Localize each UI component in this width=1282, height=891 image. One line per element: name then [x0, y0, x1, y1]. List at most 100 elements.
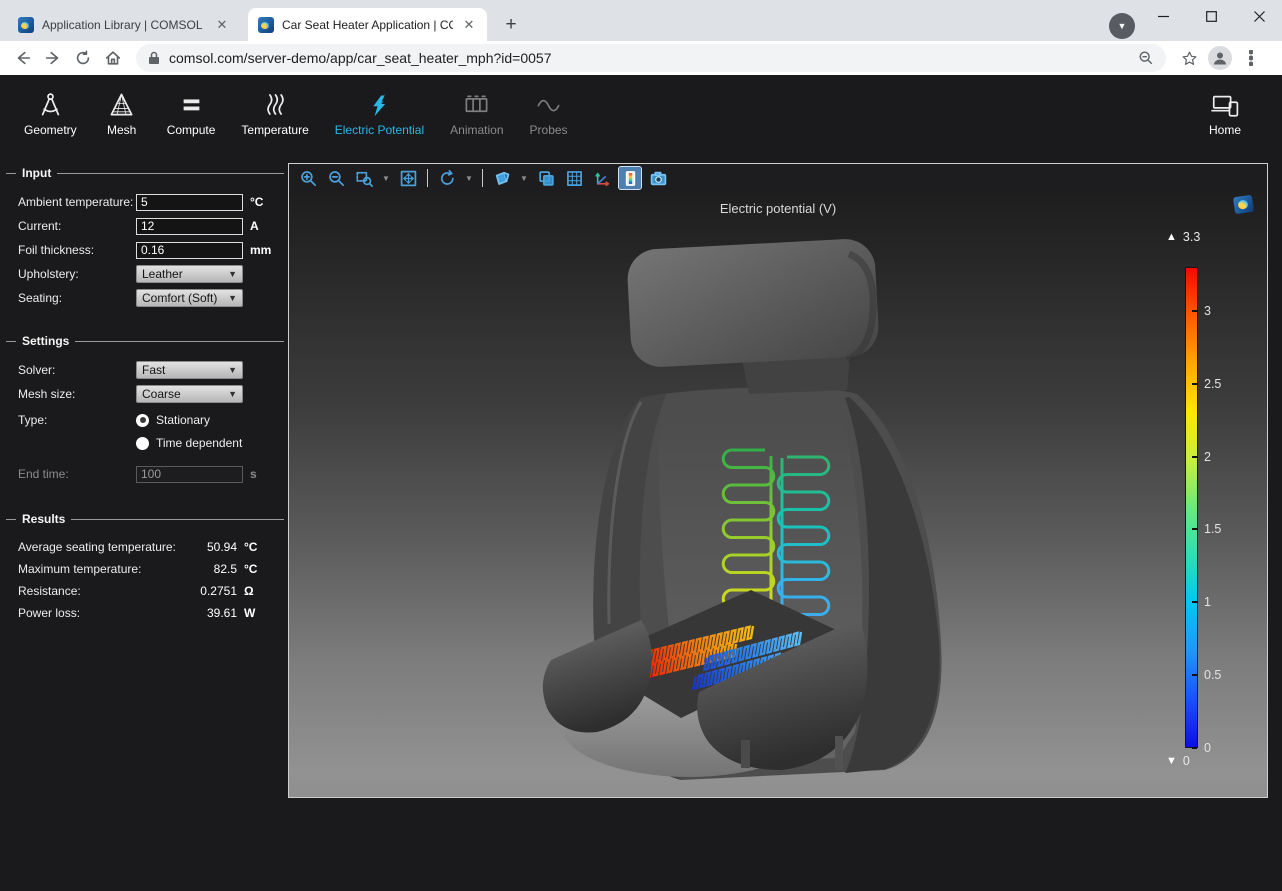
- selected-value: Coarse: [142, 387, 228, 401]
- ribbon-probes-button[interactable]: Probes: [520, 80, 578, 148]
- result-label: Maximum temperature:: [18, 562, 185, 576]
- bookmark-star-icon[interactable]: [1174, 44, 1204, 72]
- axis-orientation-button[interactable]: [591, 167, 613, 189]
- unit-label: s: [250, 467, 257, 481]
- toolbar-separator: [427, 169, 428, 187]
- section-title: Input: [22, 166, 51, 180]
- unit-label: Ω: [244, 584, 270, 598]
- transparency-button[interactable]: [535, 167, 557, 189]
- end-time-row: End time: s: [0, 462, 288, 486]
- type-row-2: Time dependent: [0, 432, 288, 454]
- address-bar[interactable]: comsol.com/server-demo/app/car_seat_heat…: [136, 44, 1166, 72]
- tab-close-icon[interactable]: ✕: [214, 17, 230, 33]
- temperature-waves-icon: [262, 91, 289, 118]
- tab-car-seat-heater[interactable]: Car Seat Heater Application | CO ✕: [248, 8, 487, 41]
- grid-button[interactable]: [563, 167, 585, 189]
- chevron-down-icon: ▼: [228, 389, 237, 399]
- zoom-out-button[interactable]: [325, 167, 347, 189]
- ribbon-temperature-button[interactable]: Temperature: [231, 80, 318, 148]
- window-minimize-button[interactable]: [1140, 0, 1186, 32]
- browser-toolbar: comsol.com/server-demo/app/car_seat_heat…: [0, 41, 1282, 75]
- section-title: Settings: [22, 334, 69, 348]
- result-value: 0.2751: [185, 584, 237, 598]
- new-tab-button[interactable]: +: [498, 12, 524, 38]
- foil-thickness-input[interactable]: [136, 242, 243, 259]
- current-input[interactable]: [136, 218, 243, 235]
- scene-light-button[interactable]: [491, 167, 513, 189]
- seating-select[interactable]: Comfort (Soft) ▼: [136, 289, 243, 307]
- rotate-dropdown[interactable]: ▼: [464, 174, 474, 183]
- plot-viewport[interactable]: Electric potential (V): [289, 192, 1267, 797]
- solver-select[interactable]: Fast ▼: [136, 361, 243, 379]
- scene-light-dropdown[interactable]: ▼: [519, 174, 529, 183]
- input-sidebar: Input Ambient temperature: °C Current: A…: [0, 152, 288, 875]
- field-label: Upholstery:: [18, 267, 136, 281]
- ribbon-geometry-button[interactable]: Geometry: [14, 80, 87, 148]
- result-row: Resistance: 0.2751 Ω: [0, 580, 288, 602]
- back-button[interactable]: [8, 44, 38, 72]
- plot-toolbar: ▼ ▼ ▼: [289, 164, 1267, 192]
- window-maximize-button[interactable]: [1188, 0, 1234, 32]
- mesh-size-select[interactable]: Coarse ▼: [136, 385, 243, 403]
- triangle-down-icon: ▼: [1166, 755, 1177, 767]
- section-settings: Settings: [6, 334, 284, 348]
- profile-avatar[interactable]: [1208, 46, 1232, 70]
- tab-strip: Application Library | COMSOL Se ✕ Car Se…: [0, 0, 1282, 41]
- home-button[interactable]: [98, 44, 128, 72]
- zoom-box-button[interactable]: [353, 167, 375, 189]
- unit-label: °C: [244, 540, 270, 554]
- field-label: Type:: [18, 413, 136, 427]
- ribbon-electric-potential-button[interactable]: Electric Potential: [325, 80, 434, 148]
- forward-button[interactable]: [38, 44, 68, 72]
- selected-value: Leather: [142, 267, 228, 281]
- comsol-favicon: [258, 17, 274, 33]
- reload-button[interactable]: [68, 44, 98, 72]
- solver-row: Solver: Fast ▼: [0, 358, 288, 382]
- section-title: Results: [22, 512, 65, 526]
- ribbon-compute-button[interactable]: Compute: [157, 80, 226, 148]
- mesh-triangle-icon: [108, 91, 135, 118]
- snapshot-camera-button[interactable]: [647, 167, 669, 189]
- legend-min: ▼ 0: [1166, 754, 1190, 768]
- legend-tick: 3: [1200, 304, 1211, 318]
- ambient-temperature-input[interactable]: [136, 194, 243, 211]
- tab-application-library[interactable]: Application Library | COMSOL Se ✕: [8, 8, 240, 41]
- upholstery-select[interactable]: Leather ▼: [136, 265, 243, 283]
- tab-title: Application Library | COMSOL Se: [42, 18, 206, 32]
- result-value: 50.94: [185, 540, 237, 554]
- color-scale-bar: [1185, 267, 1198, 748]
- browser-menu-icon[interactable]: [1236, 44, 1266, 72]
- section-results: Results: [6, 512, 284, 526]
- devices-home-icon: [1210, 91, 1240, 118]
- legend-tick: 0.5: [1200, 668, 1221, 682]
- legend-tick: 1.5: [1200, 522, 1221, 536]
- mesh-size-row: Mesh size: Coarse ▼: [0, 382, 288, 406]
- zoom-box-dropdown[interactable]: ▼: [381, 174, 391, 183]
- ribbon-label: Probes: [530, 123, 568, 137]
- compute-equals-icon: [178, 91, 205, 118]
- zoom-in-button[interactable]: [297, 167, 319, 189]
- radio-time-dependent[interactable]: [136, 437, 149, 450]
- ribbon-animation-button[interactable]: Animation: [440, 80, 513, 148]
- field-label: Ambient temperature:: [18, 195, 136, 209]
- radio-stationary[interactable]: [136, 414, 149, 427]
- zoom-extents-button[interactable]: [397, 167, 419, 189]
- ribbon-label: Geometry: [24, 123, 77, 137]
- ribbon-home-button[interactable]: Home: [1196, 80, 1254, 148]
- window-close-button[interactable]: [1236, 0, 1282, 32]
- color-legend-button[interactable]: [619, 167, 641, 189]
- field-label: Foil thickness:: [18, 243, 136, 257]
- ribbon-label: Animation: [450, 123, 503, 137]
- tab-title: Car Seat Heater Application | CO: [282, 18, 453, 32]
- tab-close-icon[interactable]: ✕: [461, 17, 477, 33]
- rotate-view-button[interactable]: [436, 167, 458, 189]
- ribbon-label: Electric Potential: [335, 123, 424, 137]
- zoom-indicator-icon[interactable]: [1138, 50, 1154, 66]
- tab-search-button[interactable]: ▼: [1109, 13, 1135, 39]
- sine-wave-icon: [535, 91, 562, 118]
- chevron-down-icon: ▼: [228, 365, 237, 375]
- field-label: Mesh size:: [18, 387, 136, 401]
- ribbon-mesh-button[interactable]: Mesh: [93, 80, 151, 148]
- unit-label: °C: [244, 562, 270, 576]
- unit-label: A: [250, 219, 259, 233]
